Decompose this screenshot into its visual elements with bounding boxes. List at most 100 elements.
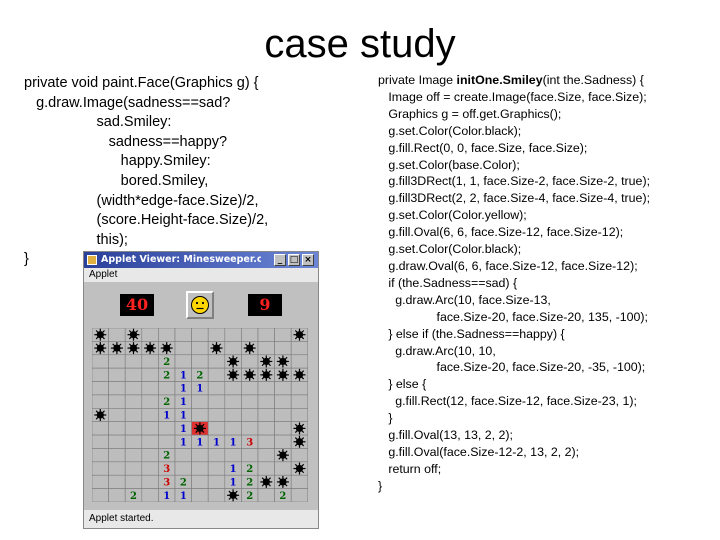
mine-cell[interactable]	[158, 327, 176, 342]
mine-cell[interactable]	[91, 421, 109, 436]
mine-cell[interactable]	[207, 474, 226, 489]
mine-cell[interactable]	[91, 488, 109, 503]
mine-cell[interactable]	[124, 474, 143, 489]
mine-cell[interactable]	[141, 448, 159, 463]
mine-cell[interactable]	[91, 434, 109, 449]
mine-cell[interactable]	[124, 394, 143, 409]
mine-cell[interactable]	[191, 354, 209, 369]
mine-cell[interactable]	[224, 421, 242, 436]
mine-cell[interactable]	[274, 408, 292, 422]
mine-cell[interactable]	[158, 421, 176, 436]
mine-cell[interactable]	[108, 488, 126, 503]
mine-cell[interactable]	[257, 381, 275, 396]
mine-cell[interactable]	[241, 381, 259, 396]
mine-cell[interactable]	[241, 394, 259, 409]
mine-cell[interactable]	[207, 367, 226, 382]
mine-cell[interactable]	[224, 448, 242, 463]
mine-cell[interactable]	[141, 488, 159, 503]
mine-cell[interactable]	[108, 448, 126, 463]
mine-cell[interactable]	[91, 394, 109, 409]
mine-cell[interactable]	[257, 448, 275, 463]
mine-cell[interactable]	[274, 461, 292, 476]
mine-cell[interactable]	[108, 367, 126, 382]
mine-cell[interactable]	[108, 408, 126, 422]
mine-cell[interactable]	[241, 448, 259, 463]
mine-cell[interactable]	[191, 327, 209, 342]
mine-cell[interactable]	[241, 408, 259, 422]
mine-cell[interactable]	[290, 408, 309, 422]
mine-cell[interactable]	[290, 488, 309, 503]
minimize-button[interactable]: _	[274, 254, 286, 266]
mine-cell[interactable]	[174, 461, 192, 476]
mine-cell[interactable]	[207, 448, 226, 463]
mine-cell[interactable]	[91, 448, 109, 463]
mine-cell[interactable]	[290, 381, 309, 396]
mine-cell[interactable]	[174, 327, 192, 342]
mine-cell[interactable]	[124, 367, 143, 382]
mine-cell[interactable]	[207, 354, 226, 369]
smiley-button[interactable]	[186, 291, 214, 319]
mine-cell[interactable]	[191, 461, 209, 476]
mine-cell[interactable]	[274, 341, 292, 356]
mine-cell[interactable]	[191, 448, 209, 463]
mine-cell[interactable]	[91, 474, 109, 489]
mine-cell[interactable]	[224, 327, 242, 342]
mine-cell[interactable]	[174, 341, 192, 356]
mine-cell[interactable]	[91, 367, 109, 382]
mine-cell[interactable]	[124, 461, 143, 476]
mine-cell[interactable]	[207, 488, 226, 503]
window-title-bar[interactable]: Applet Viewer: Minesweeper.cl... _ □ ×	[84, 252, 318, 268]
mine-cell[interactable]	[124, 408, 143, 422]
mine-cell[interactable]	[124, 434, 143, 449]
mine-cell[interactable]	[158, 381, 176, 396]
mine-cell[interactable]	[290, 341, 309, 356]
mine-cell[interactable]	[207, 381, 226, 396]
mine-cell[interactable]	[290, 394, 309, 409]
mine-cell[interactable]	[224, 341, 242, 356]
mine-cell[interactable]	[141, 408, 159, 422]
mine-cell[interactable]	[274, 434, 292, 449]
mine-cell[interactable]	[274, 421, 292, 436]
mine-cell[interactable]	[108, 354, 126, 369]
mine-cell[interactable]	[141, 474, 159, 489]
mine-cell[interactable]	[108, 327, 126, 342]
mine-cell[interactable]	[91, 461, 109, 476]
mine-cell[interactable]	[191, 408, 209, 422]
mine-cell[interactable]	[124, 381, 143, 396]
mine-cell[interactable]	[158, 434, 176, 449]
mine-cell[interactable]	[141, 381, 159, 396]
close-button[interactable]: ×	[302, 254, 314, 266]
mine-cell[interactable]	[91, 381, 109, 396]
mine-cell[interactable]	[141, 354, 159, 369]
mine-cell[interactable]	[191, 474, 209, 489]
maximize-button[interactable]: □	[288, 254, 300, 266]
mine-cell[interactable]	[191, 394, 209, 409]
mine-cell[interactable]	[207, 408, 226, 422]
mine-cell[interactable]	[290, 448, 309, 463]
mine-cell[interactable]	[290, 354, 309, 369]
mine-cell[interactable]	[141, 394, 159, 409]
mine-cell[interactable]	[257, 394, 275, 409]
mine-cell[interactable]	[241, 327, 259, 342]
mine-cell[interactable]	[141, 367, 159, 382]
mine-cell[interactable]	[241, 421, 259, 436]
minefield-cells[interactable]: 22 1 21 12 11 111 1 1 1 323 1 23 2 1 22 1 1 2 2	[91, 327, 309, 503]
mine-cell[interactable]	[207, 461, 226, 476]
mine-cell[interactable]	[108, 381, 126, 396]
mine-cell[interactable]	[191, 488, 209, 503]
mine-cell[interactable]	[174, 448, 192, 463]
mine-cell[interactable]	[257, 327, 275, 342]
mine-cell[interactable]	[108, 461, 126, 476]
mine-cell[interactable]	[241, 354, 259, 369]
mine-cell[interactable]	[191, 341, 209, 356]
minefield-grid[interactable]: 22121121111111132312321221122	[91, 327, 309, 503]
mine-cell[interactable]	[257, 434, 275, 449]
mine-cell[interactable]	[108, 434, 126, 449]
mine-cell[interactable]	[257, 488, 275, 503]
mine-cell[interactable]	[124, 448, 143, 463]
mine-cell[interactable]	[274, 394, 292, 409]
mine-cell[interactable]	[257, 408, 275, 422]
mine-cell[interactable]	[274, 381, 292, 396]
mine-cell[interactable]	[141, 421, 159, 436]
mine-cell[interactable]	[108, 421, 126, 436]
